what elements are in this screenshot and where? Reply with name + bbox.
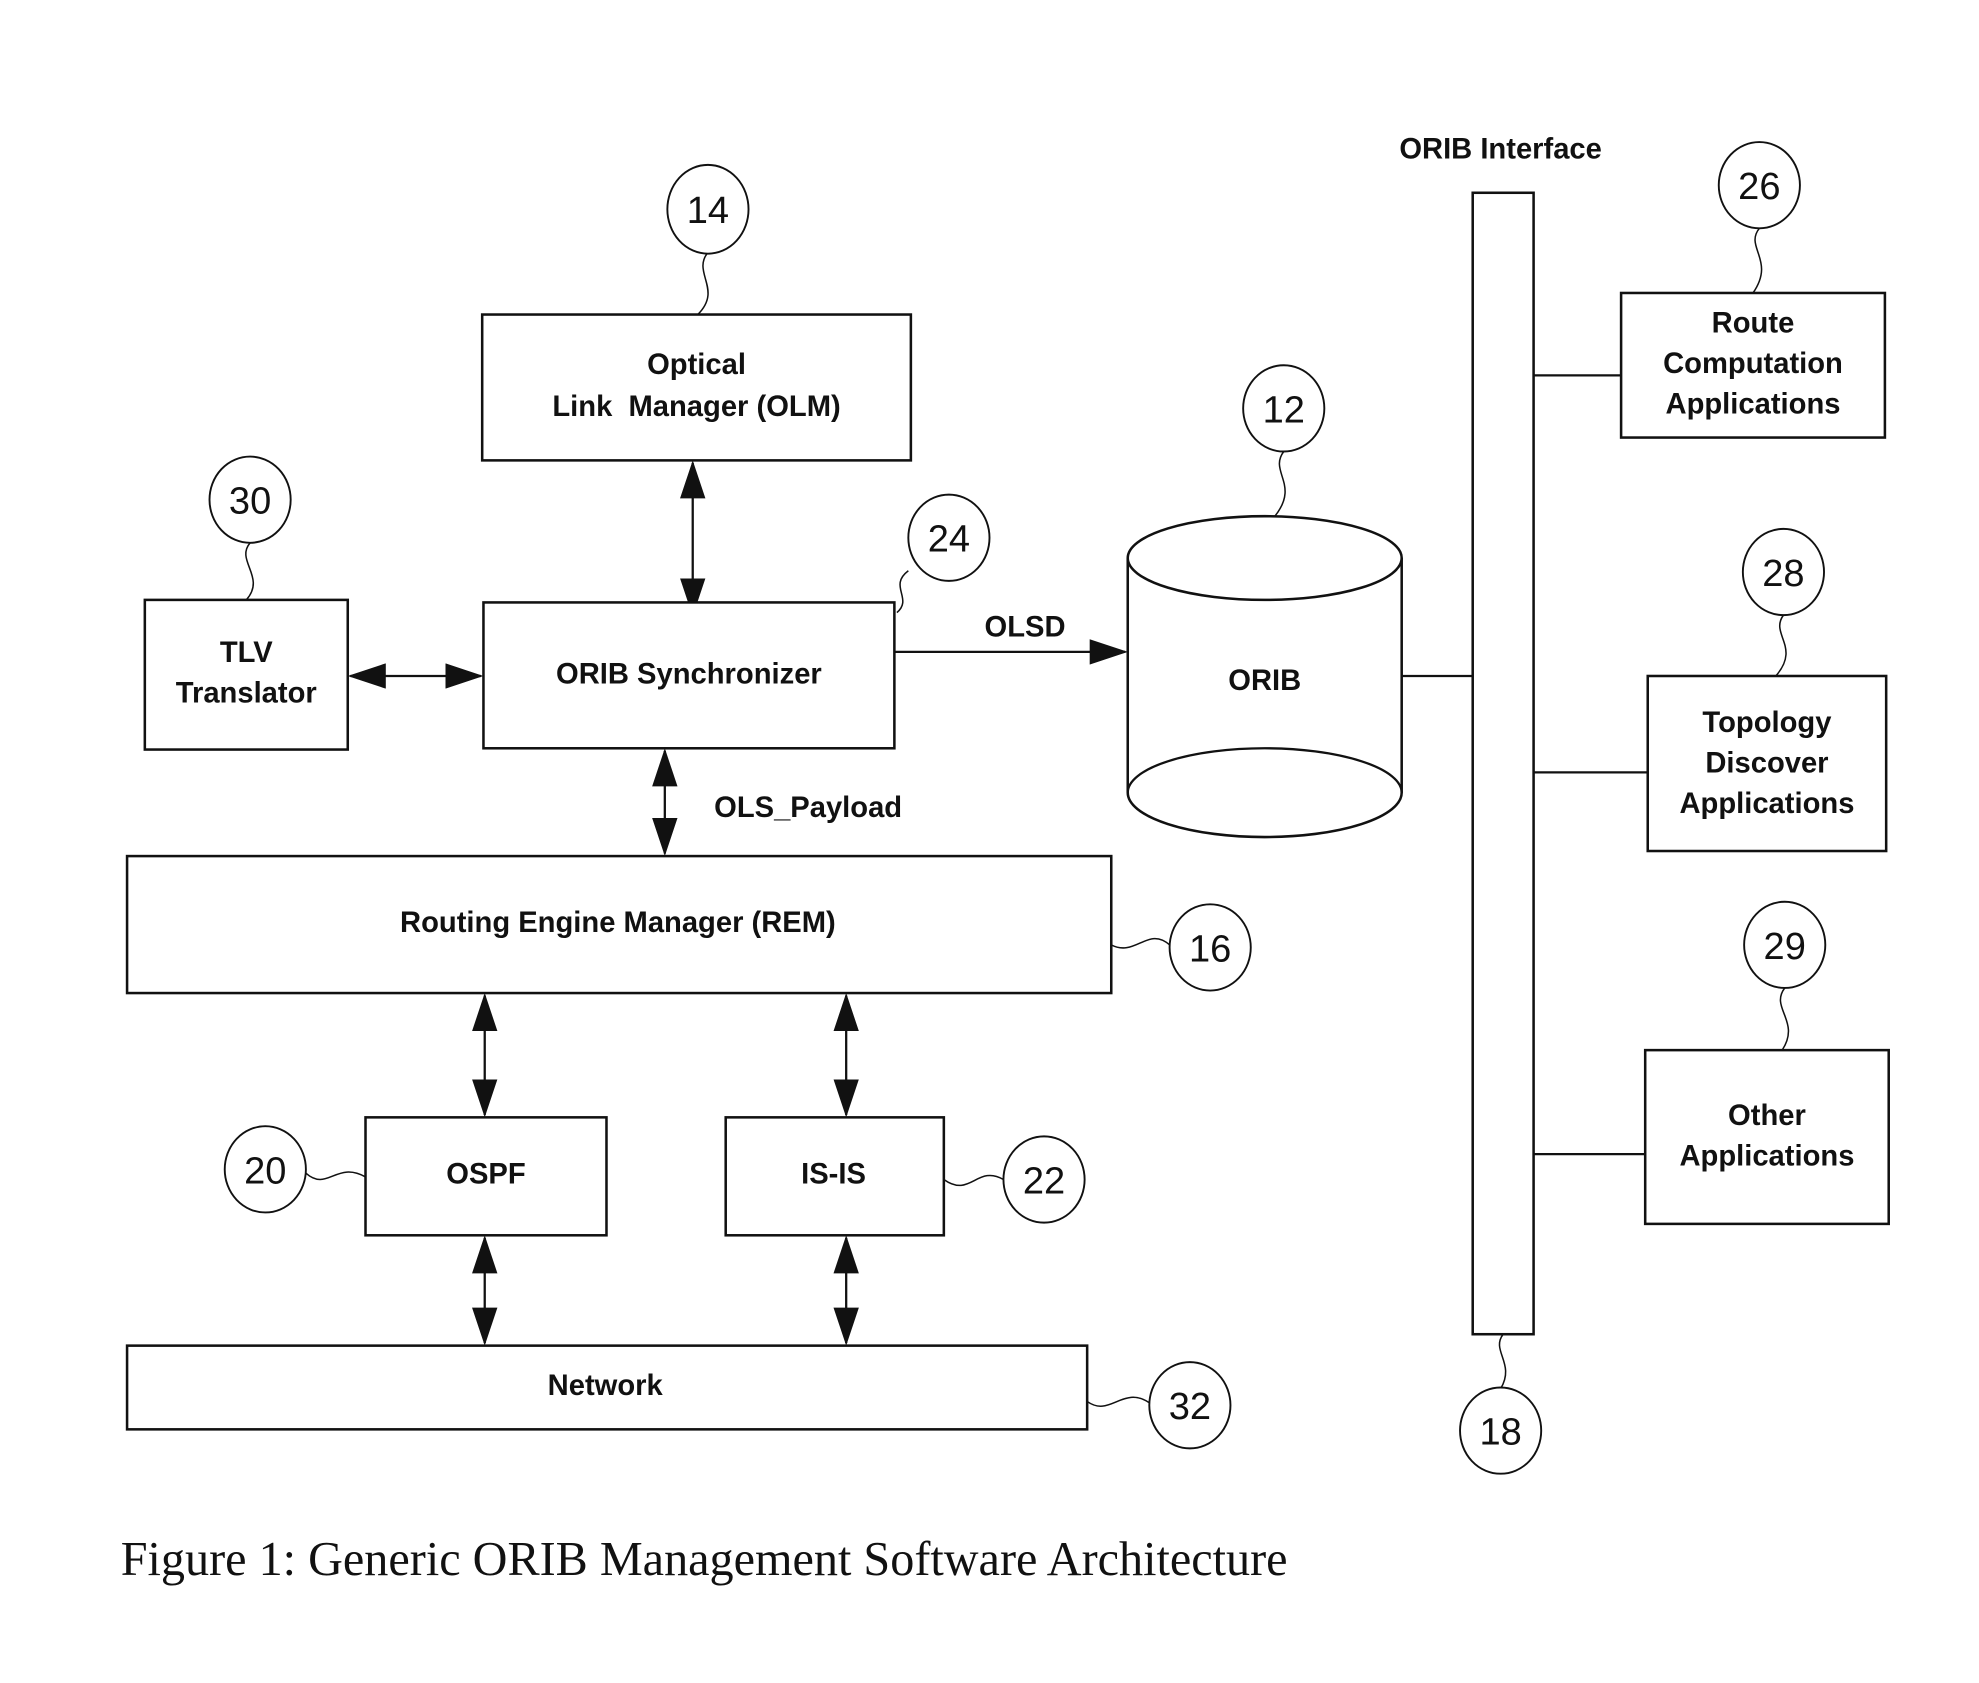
ref-leader-18 (1498, 1333, 1507, 1390)
ref-callout-16: 16 (1168, 903, 1252, 992)
isis-label: IS-IS (801, 1158, 866, 1190)
svg-text:18: 18 (1479, 1412, 1521, 1454)
route-line-2: Computation (1663, 348, 1843, 380)
network-label: Network (548, 1370, 664, 1402)
ref-callout-22: 22 (1002, 1135, 1086, 1224)
svg-text:30: 30 (229, 481, 271, 523)
svg-text:26: 26 (1738, 166, 1780, 208)
tlv-translator-box (143, 598, 350, 751)
ref-callout-12: 12 (1242, 364, 1326, 453)
svg-text:24: 24 (928, 519, 970, 561)
ref-leader-26 (1752, 227, 1763, 294)
svg-text:22: 22 (1023, 1160, 1065, 1202)
figure-caption: Figure 1: Generic ORIB Management Softwa… (121, 1533, 1288, 1586)
olm-box (480, 313, 913, 462)
ref-leader-32 (1086, 1396, 1150, 1407)
ref-leader-29 (1779, 987, 1790, 1051)
ref-leader-20 (305, 1171, 366, 1181)
tlv-line-2: Translator (176, 678, 317, 710)
topology-line-2: Discover (1705, 747, 1828, 779)
route-line-1: Route (1712, 307, 1795, 339)
svg-text:12: 12 (1263, 389, 1305, 431)
orib-interface-label: ORIB Interface (1399, 134, 1602, 166)
topology-line-1: Topology (1702, 707, 1832, 739)
ref-leader-28 (1775, 614, 1787, 677)
ref-leader-12 (1274, 451, 1286, 517)
ospf-label: OSPF (446, 1158, 525, 1190)
svg-text:20: 20 (244, 1150, 286, 1192)
svg-text:14: 14 (687, 190, 729, 232)
other-line-2: Applications (1679, 1141, 1854, 1173)
other-line-1: Other (1728, 1100, 1806, 1132)
svg-text:29: 29 (1764, 926, 1806, 968)
ref-leader-24 (896, 570, 909, 614)
svg-text:28: 28 (1762, 553, 1804, 595)
olsd-label: OLSD (985, 612, 1066, 644)
ref-leader-30 (245, 542, 254, 601)
ref-callout-26: 26 (1717, 141, 1801, 230)
orib-interface-bus (1471, 191, 1535, 1336)
ref-callout-30: 30 (208, 455, 292, 544)
tlv-line-1: TLV (220, 637, 273, 669)
olm-line-2: Link Manager (OLM) (552, 391, 840, 423)
architecture-diagram: ORIB Interface 18 Route Computation Appl… (121, 134, 1890, 1586)
ref-callout-28: 28 (1741, 527, 1825, 617)
sync-label: ORIB Synchronizer (556, 659, 822, 691)
ref-callout-29: 29 (1743, 900, 1827, 989)
orib-label: ORIB (1228, 665, 1301, 697)
ref-callout-18: 18 (1459, 1386, 1543, 1475)
rem-label: Routing Engine Manager (REM) (400, 907, 836, 939)
other-applications-box (1643, 1048, 1890, 1226)
ref-leader-16 (1110, 938, 1171, 949)
ref-callout-20: 20 (223, 1125, 307, 1214)
ref-callout-14: 14 (666, 163, 750, 255)
olm-line-1: Optical (647, 349, 746, 381)
svg-text:16: 16 (1189, 928, 1231, 970)
ref-leader-14 (697, 251, 709, 316)
ols-payload-label: OLS_Payload (714, 792, 902, 824)
topology-line-3: Applications (1679, 788, 1854, 820)
ref-callout-32: 32 (1148, 1361, 1232, 1450)
ref-callout-24: 24 (907, 493, 991, 582)
route-line-3: Applications (1666, 388, 1841, 420)
ref-leader-22 (943, 1174, 1004, 1187)
svg-text:32: 32 (1169, 1386, 1211, 1428)
